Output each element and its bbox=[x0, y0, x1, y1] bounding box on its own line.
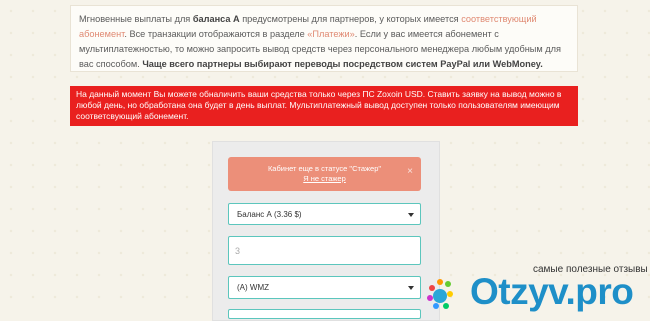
payment-system-select[interactable]: (A) WMZ bbox=[228, 276, 421, 299]
withdrawal-alert: На данный момент Вы можете обналичить ва… bbox=[70, 86, 578, 126]
amount-input[interactable]: 3 bbox=[228, 236, 421, 265]
chevron-down-icon bbox=[408, 213, 414, 217]
not-intern-link[interactable]: Я не стажер bbox=[228, 174, 421, 184]
payment-system-value: (A) WMZ bbox=[237, 283, 269, 292]
extra-field[interactable] bbox=[228, 309, 421, 319]
amount-placeholder: 3 bbox=[235, 246, 241, 256]
close-icon[interactable]: × bbox=[407, 167, 413, 177]
info-text: . Все транзакции отображаются в разделе bbox=[124, 29, 308, 39]
info-text: предусмотрены для партнеров, у которых и… bbox=[239, 14, 462, 24]
status-banner: Кабинет еще в статусе "Стажер" Я не стаж… bbox=[228, 157, 421, 191]
status-text: Кабинет еще в статусе "Стажер" bbox=[267, 164, 382, 173]
alert-text: На данный момент Вы можете обналичить ва… bbox=[76, 89, 562, 121]
watermark-tagline: самые полезные отзывы bbox=[533, 264, 648, 275]
balance-select[interactable]: Баланс А (3.36 $) bbox=[228, 203, 421, 225]
info-text: Мгновенные выплаты для bbox=[79, 14, 193, 24]
chevron-down-icon bbox=[408, 286, 414, 290]
payments-link[interactable]: «Платежи» bbox=[307, 29, 354, 39]
info-bold-partners: Чаще всего партнеры выбирают переводы по… bbox=[142, 59, 543, 69]
balance-select-value: Баланс А (3.36 $) bbox=[237, 210, 302, 219]
watermark-brand: Otzyv.pro bbox=[470, 271, 634, 312]
info-bold-balance: баланса А bbox=[192, 14, 240, 24]
payout-info-box: Мгновенные выплаты для баланса А предусм… bbox=[70, 5, 578, 72]
